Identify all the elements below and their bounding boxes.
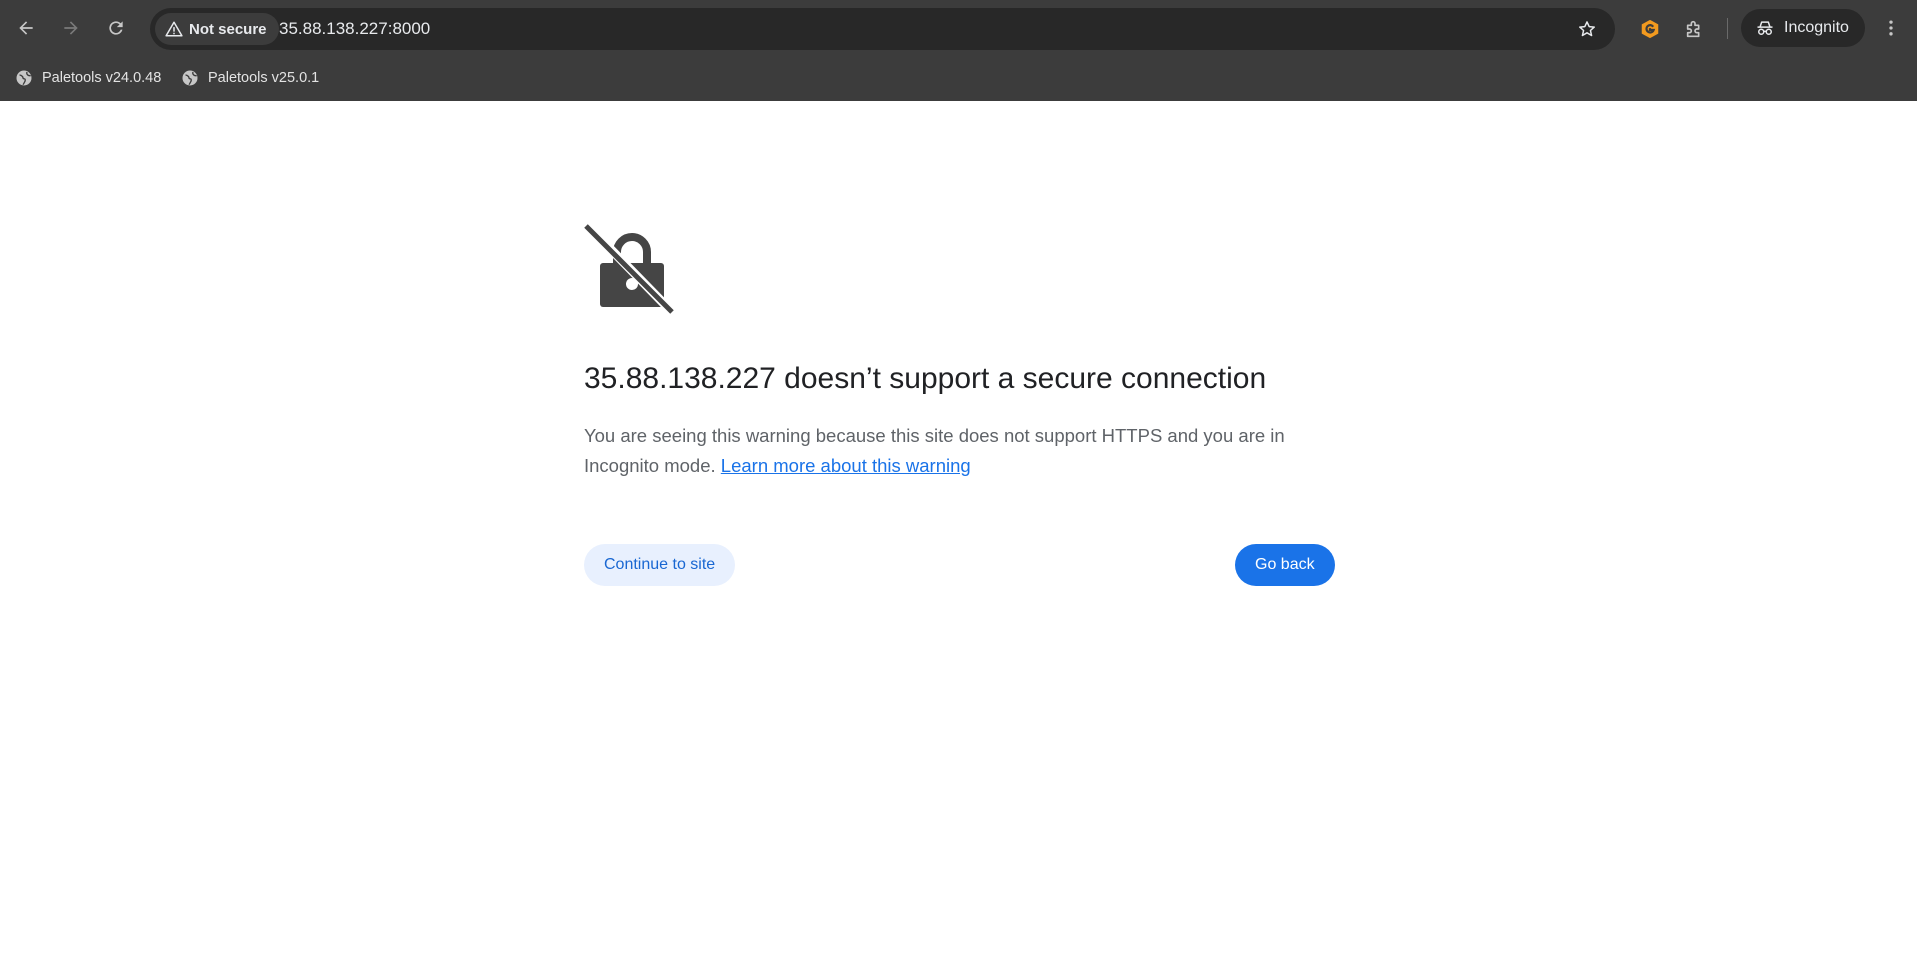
arrow-right-icon	[64, 21, 78, 35]
go-back-button[interactable]: Go back	[1235, 544, 1335, 586]
incognito-profile-button[interactable]: Incognito	[1741, 9, 1865, 47]
warning-triangle-icon	[165, 21, 183, 37]
bookmark-item[interactable]: Paletools v24.0.48	[9, 63, 167, 93]
arrow-left-icon	[19, 21, 33, 35]
toolbar-divider	[1727, 18, 1728, 39]
star-outline-icon	[1579, 21, 1595, 37]
three-dots-vertical-icon	[1889, 20, 1893, 36]
profile-label: Incognito	[1784, 19, 1849, 36]
browser-chrome: Not secure 35.88.138.227:8000 Incognito …	[0, 0, 1917, 101]
reload-icon	[109, 21, 123, 35]
globe-icon	[16, 70, 32, 86]
learn-more-link[interactable]: Learn more about this warning	[721, 455, 971, 476]
bookmark-label: Paletools v25.0.1	[208, 70, 320, 86]
incognito-icon	[1757, 21, 1773, 35]
bookmark-item[interactable]: Paletools v25.0.1	[175, 63, 325, 93]
security-indicator[interactable]: Not secure	[155, 13, 279, 45]
back-button[interactable]	[10, 12, 42, 44]
continue-to-site-button[interactable]: Continue to site	[584, 544, 736, 586]
address-bar[interactable]: Not secure 35.88.138.227:8000	[150, 8, 1615, 50]
browser-toolbar: Not secure 35.88.138.227:8000 Incognito	[0, 0, 1917, 57]
reload-button[interactable]	[100, 12, 132, 44]
bookmarks-bar: Paletools v24.0.48 Paletools v25.0.1	[0, 57, 1917, 101]
extension-button[interactable]	[1633, 12, 1667, 46]
forward-button[interactable]	[55, 12, 87, 44]
puzzle-icon	[1686, 20, 1700, 38]
bookmark-label: Paletools v24.0.48	[42, 70, 162, 86]
orange-g-extension-icon	[1641, 19, 1659, 39]
security-label: Not secure	[189, 20, 267, 38]
page-heading: 35.88.138.227 doesn’t support a secure c…	[584, 362, 1267, 395]
broken-lock-icon	[584, 222, 676, 314]
browser-menu-button[interactable]	[1875, 12, 1907, 44]
warning-description: You are seeing this warning because this…	[584, 421, 1304, 481]
bookmark-star-button[interactable]	[1571, 13, 1603, 45]
extensions-menu-button[interactable]	[1678, 12, 1712, 46]
globe-icon	[182, 70, 198, 86]
url-text[interactable]: 35.88.138.227:8000	[279, 8, 430, 50]
